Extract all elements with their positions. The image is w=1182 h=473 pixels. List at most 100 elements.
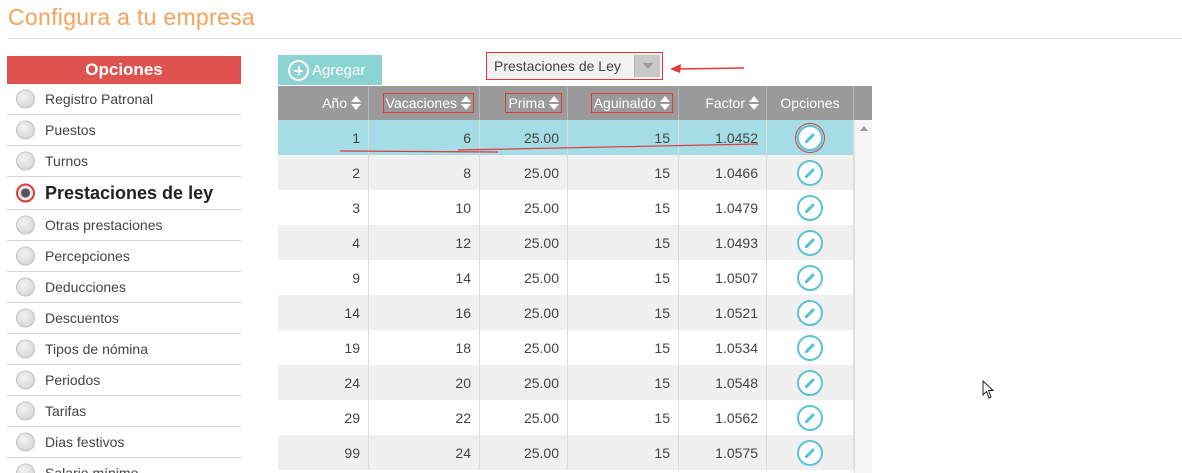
radio-icon[interactable] [16,89,35,109]
radio-icon[interactable] [16,215,35,235]
cell-vacations: 8 [369,155,480,190]
sort-icon[interactable] [749,96,759,110]
radio-icon[interactable] [16,370,35,390]
column-header-bonus[interactable]: Aguinaldo [568,86,679,120]
cell-options [767,225,854,260]
table-row[interactable]: 99 24 25.00 15 1.0575 [278,435,872,470]
cell-options [767,365,854,400]
cell-bonus: 15 [568,260,679,295]
table-row[interactable]: 29 22 25.00 15 1.0562 [278,400,872,435]
table-row[interactable]: 14 16 25.00 15 1.0521 [278,295,872,330]
sidebar-item-label: Percepciones [45,248,130,264]
sidebar-item-periodos[interactable]: Periodos [7,365,241,396]
edit-icon[interactable] [797,124,823,151]
select-value: Prestaciones de Ley [494,58,621,74]
cell-bonus: 15 [568,435,679,470]
sort-icon[interactable] [660,96,670,110]
sidebar-item-label: Tipos de nómina [45,341,148,357]
add-button-label: Agregar [312,61,366,79]
add-button[interactable]: Agregar [278,55,382,85]
cell-factor: 1.0521 [679,295,767,330]
cell-premium: 25.00 [480,120,568,155]
edit-icon[interactable] [797,369,823,396]
sidebar-item-deducciones[interactable]: Deducciones [7,272,241,303]
cell-premium: 25.00 [480,330,568,365]
cell-bonus: 15 [568,365,679,400]
cell-premium: 25.00 [480,435,568,470]
radio-icon[interactable] [16,401,35,421]
radio-icon[interactable] [16,339,35,359]
sidebar-item-tarifas[interactable]: Tarifas [7,396,241,427]
edit-icon[interactable] [797,159,823,186]
sort-icon[interactable] [549,96,559,110]
edit-icon[interactable] [797,439,823,466]
sidebar-item-tipos-de-nomina[interactable]: Tipos de nómina [7,334,241,365]
sidebar-item-dias-festivos[interactable]: Dias festivos [7,427,241,458]
column-header-vacations[interactable]: Vacaciones [369,86,480,120]
table-row[interactable]: 19 18 25.00 15 1.0534 [278,330,872,365]
radio-icon[interactable] [16,120,35,140]
sidebar-item-label: Descuentos [45,310,119,326]
radio-icon[interactable] [16,432,35,452]
edit-icon-highlight [795,122,825,153]
sidebar-item-label: Deducciones [45,279,126,295]
cell-year: 19 [278,330,369,365]
edit-icon[interactable] [797,194,823,221]
cell-vacations: 10 [369,190,480,225]
options-sidebar: Opciones Registro Patronal Puestos Turnos P… [7,56,241,473]
sidebar-item-salario-minimo[interactable]: Salario mínimo [7,458,241,473]
sidebar-item-turnos[interactable]: Turnos [7,146,241,177]
column-header-factor[interactable]: Factor [679,86,767,120]
table-row[interactable]: 9 14 25.00 15 1.0507 [278,260,872,295]
cell-options [767,435,854,470]
edit-icon[interactable] [797,299,823,326]
select-arrow-button[interactable] [634,55,660,77]
sidebar-item-registro-patronal[interactable]: Registro Patronal [7,84,241,115]
radio-icon[interactable] [16,308,35,328]
annotation-arrow [670,64,745,73]
cell-bonus: 15 [568,330,679,365]
radio-icon[interactable] [16,277,35,297]
sidebar-item-descuentos[interactable]: Descuentos [7,303,241,334]
sidebar-item-prestaciones-de-ley[interactable]: Prestaciones de ley [7,177,241,210]
cell-factor: 1.0507 [679,260,767,295]
cell-year: 99 [278,435,369,470]
edit-icon[interactable] [797,404,823,431]
table-row[interactable]: 2 8 25.00 15 1.0466 [278,155,872,190]
scrollbar-header [854,86,872,120]
cell-year: 4 [278,225,369,260]
table-row[interactable]: 4 12 25.00 15 1.0493 [278,225,872,260]
table-row[interactable]: 24 20 25.00 15 1.0548 [278,365,872,400]
sidebar-item-label: Salario mínimo [45,465,139,473]
cell-vacations: 6 [369,120,480,155]
sidebar-item-percepciones[interactable]: Percepciones [7,241,241,272]
cell-premium: 25.00 [480,225,568,260]
sidebar-item-otras-prestaciones[interactable]: Otras prestaciones [7,210,241,241]
radio-icon[interactable] [16,151,35,171]
cell-premium: 25.00 [480,190,568,225]
title-divider [8,38,1182,39]
table-row[interactable]: 3 10 25.00 15 1.0479 [278,190,872,225]
cell-premium: 25.00 [480,155,568,190]
sort-icon[interactable] [461,96,471,110]
edit-icon[interactable] [797,264,823,291]
table-row[interactable]: 1 6 25.00 15 1.0452 [278,120,872,155]
cell-bonus: 15 [568,295,679,330]
radio-icon[interactable] [16,463,35,473]
cell-bonus: 15 [568,190,679,225]
column-header-premium[interactable]: Prima [480,86,568,120]
sidebar-item-puestos[interactable]: Puestos [7,115,241,146]
cell-vacations: 16 [369,295,480,330]
column-header-year[interactable]: Año [278,86,369,120]
sidebar-item-label: Registro Patronal [45,91,154,107]
vertical-scrollbar[interactable] [854,120,872,473]
benefits-type-select[interactable]: Prestaciones de Ley [486,52,663,80]
edit-icon[interactable] [797,334,823,361]
edit-icon[interactable] [797,229,823,256]
cell-vacations: 12 [369,225,480,260]
scroll-up-icon[interactable] [860,126,868,131]
radio-icon[interactable] [16,246,35,266]
radio-selected-icon[interactable] [16,183,35,203]
sort-icon[interactable] [351,96,361,110]
cell-premium: 25.00 [480,260,568,295]
